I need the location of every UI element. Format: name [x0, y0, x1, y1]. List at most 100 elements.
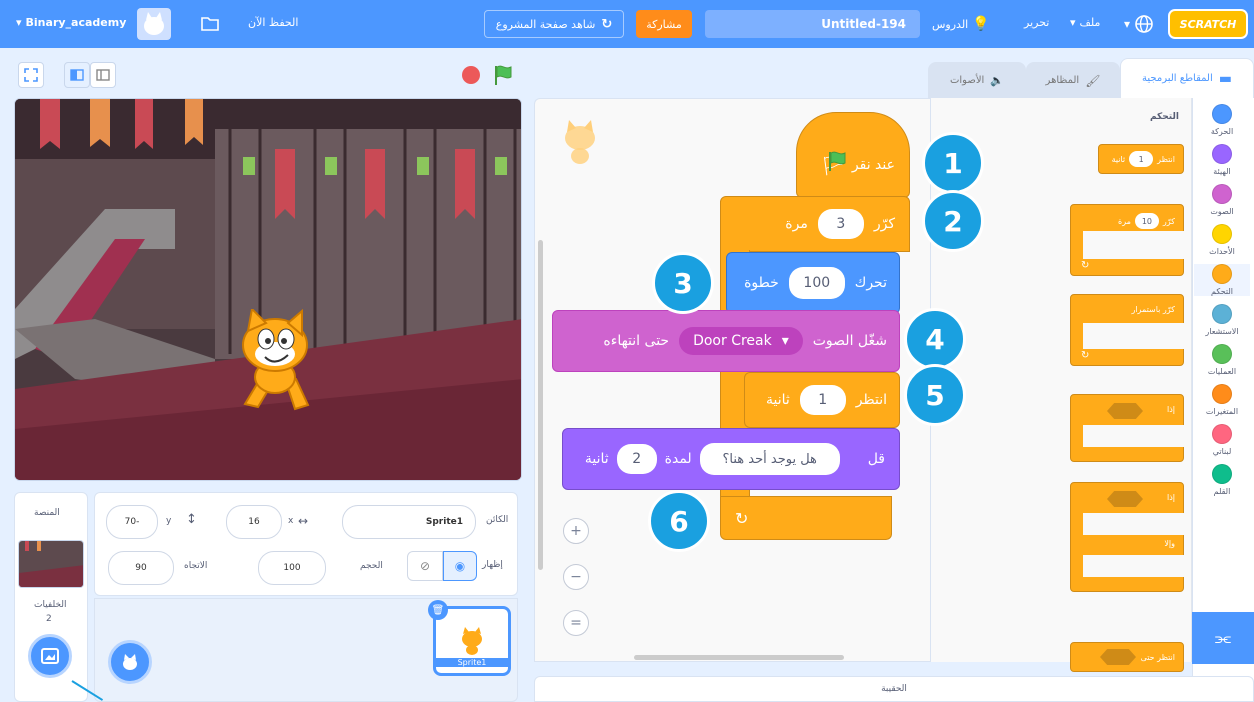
wait-label: انتظر [855, 392, 887, 408]
palette-if-else-condition-slot[interactable] [1107, 491, 1143, 507]
category-item[interactable]: الاستشعار [1194, 304, 1250, 336]
project-title-input[interactable]: Untitled-194 [705, 10, 920, 38]
direction-field[interactable]: 90 [108, 551, 174, 585]
scratch-logo[interactable]: SCRATCH [1168, 9, 1248, 39]
palette-if-block[interactable]: إذا [1070, 394, 1185, 462]
wait-block[interactable]: ثانية 1 انتظر [744, 372, 900, 428]
category-item[interactable]: الحركة [1194, 104, 1250, 136]
palette-if-else-label: إذا [1166, 493, 1175, 502]
avatar[interactable] [137, 8, 171, 40]
repeat-count-input[interactable]: 3 [817, 209, 864, 239]
show-label: إظهار [482, 560, 503, 570]
show-sprite-button[interactable]: ◉ [443, 551, 477, 581]
palette-repeat-value[interactable]: 10 [1134, 213, 1159, 229]
hide-sprite-button[interactable]: ⊘ [407, 551, 443, 581]
chevron-down-icon: ▾ [1124, 17, 1131, 31]
category-label: التحكم [1211, 287, 1233, 296]
move-steps-block[interactable]: خطوة 100 تحرك [726, 252, 900, 314]
category-dot-icon [1212, 144, 1232, 164]
palette-forever-arrow-icon: ↻ [1081, 350, 1090, 361]
eye-slash-icon: ⊘ [419, 559, 431, 573]
speaker-icon: 🔈 [990, 74, 1005, 87]
small-stage-button[interactable] [64, 62, 90, 88]
palette-forever-block[interactable]: كرّر باستمرار ↻ [1070, 294, 1185, 366]
move-steps-input[interactable]: 100 [788, 267, 845, 299]
lightbulb-icon: 💡 [972, 16, 990, 32]
y-field[interactable]: 70- [106, 505, 158, 539]
fullscreen-button[interactable] [18, 62, 44, 88]
palette-if-condition-slot[interactable] [1107, 403, 1143, 419]
category-item[interactable]: العمليات [1194, 344, 1250, 376]
sound-until-label: حتى انتهاءه [603, 333, 670, 349]
category-label: الهيئة [1213, 167, 1231, 176]
add-extension-button[interactable]: ⫘ [1192, 612, 1254, 664]
language-menu[interactable]: ▾ [1124, 14, 1160, 34]
edit-menu[interactable]: تحرير [1024, 16, 1049, 29]
category-dot-icon [1212, 344, 1232, 364]
category-item[interactable]: المتغيرات [1194, 384, 1250, 416]
category-item[interactable]: الهيئة [1194, 144, 1250, 176]
sprite-name-field[interactable]: Sprite1 [342, 505, 476, 539]
choose-sprite-button[interactable] [108, 640, 152, 684]
direction-label: الاتجاه [184, 561, 208, 571]
sound-label: شغّل الصوت [812, 333, 887, 349]
save-now-button[interactable]: الحفظ الآن [248, 16, 298, 29]
palette-repeat-block[interactable]: مرة 10 كرّر ↻ [1070, 204, 1185, 276]
category-item[interactable]: التحكم [1194, 264, 1250, 296]
category-label: العمليات [1207, 367, 1237, 376]
horizontal-scrollbar[interactable] [634, 655, 844, 660]
play-sound-until-done-block[interactable]: حتى انتهاءه Door Creak ▾ شغّل الصوت [552, 310, 900, 372]
zoom-reset-button[interactable]: = [563, 610, 589, 636]
palette-if-else-block[interactable]: إذا وإلا [1070, 482, 1185, 592]
category-label: الصوت [1210, 207, 1234, 216]
share-button[interactable]: مشاركة [636, 10, 692, 38]
category-label: المتغيرات [1205, 407, 1239, 416]
backpack-header[interactable]: الحقيبة [534, 676, 1254, 702]
tab-code[interactable]: المقاطع البرمجية ▬ [1120, 58, 1254, 98]
zoom-out-button[interactable]: − [563, 564, 589, 590]
category-item[interactable]: القلم [1194, 464, 1250, 496]
category-label: الاستشعار [1205, 327, 1239, 336]
normal-stage-icon [96, 69, 110, 81]
palette-repeat-label: كرّر [1162, 216, 1175, 226]
green-flag-button[interactable] [492, 63, 516, 87]
vertical-scrollbar[interactable] [538, 240, 543, 570]
category-item[interactable]: الصوت [1194, 184, 1250, 216]
tab-sounds[interactable]: الأصوات 🔈 [928, 62, 1026, 98]
cat-thumbnail-icon [462, 627, 482, 655]
see-project-page-button[interactable]: شاهد صفحة المشروع ↻ [484, 10, 624, 38]
say-message-input[interactable]: هل يوجد أحد هنا؟ [699, 443, 840, 475]
palette-wait-value[interactable]: 1 [1129, 151, 1154, 167]
tab-costumes[interactable]: المظاهر 🖌 [1026, 62, 1120, 98]
palette-wait-until-slot[interactable] [1100, 649, 1136, 665]
when-flag-clicked-block[interactable]: 🏳 عند نقر [796, 112, 910, 198]
wait-seconds-input[interactable]: 1 [799, 385, 846, 415]
backdrops-count: 2 [46, 614, 52, 624]
say-for-secs-block[interactable]: ثانية 2 لمدة هل يوجد أحد هنا؟ قل [562, 428, 900, 490]
folder-icon[interactable] [200, 14, 220, 32]
delete-sprite-icon[interactable]: 🗑 [428, 600, 448, 620]
tutorials-button[interactable]: الدروس 💡 [932, 16, 990, 32]
move-unit: خطوة [744, 275, 779, 291]
stage-thumbnail[interactable] [18, 540, 84, 588]
file-menu[interactable]: ▾ ملف [1070, 16, 1100, 29]
x-field[interactable]: 16 [226, 505, 282, 539]
stage-canvas[interactable] [14, 98, 522, 481]
size-field[interactable]: 100 [258, 551, 326, 585]
choose-backdrop-button[interactable] [28, 634, 72, 678]
cat-sprite[interactable] [230, 309, 320, 419]
brush-icon: 🖌 [1085, 73, 1101, 88]
stop-button[interactable] [462, 66, 480, 84]
sound-dropdown[interactable]: Door Creak ▾ [679, 327, 803, 355]
tab-sounds-label: الأصوات [949, 75, 985, 86]
category-item[interactable]: الأحداث [1194, 224, 1250, 256]
account-menu[interactable]: ▾ Binary_academy [16, 16, 126, 29]
normal-stage-button[interactable] [90, 62, 116, 88]
palette-wait-block[interactable]: ثانية 1 انتظر [1098, 144, 1184, 174]
category-item[interactable]: لبناتي [1194, 424, 1250, 456]
palette-else-label: وإلا [1164, 539, 1175, 548]
repeat-block[interactable]: مرة 3 كرّر [720, 196, 910, 252]
zoom-in-button[interactable]: + [563, 518, 589, 544]
category-dot-icon [1212, 184, 1232, 204]
say-seconds-input[interactable]: 2 [616, 444, 657, 474]
